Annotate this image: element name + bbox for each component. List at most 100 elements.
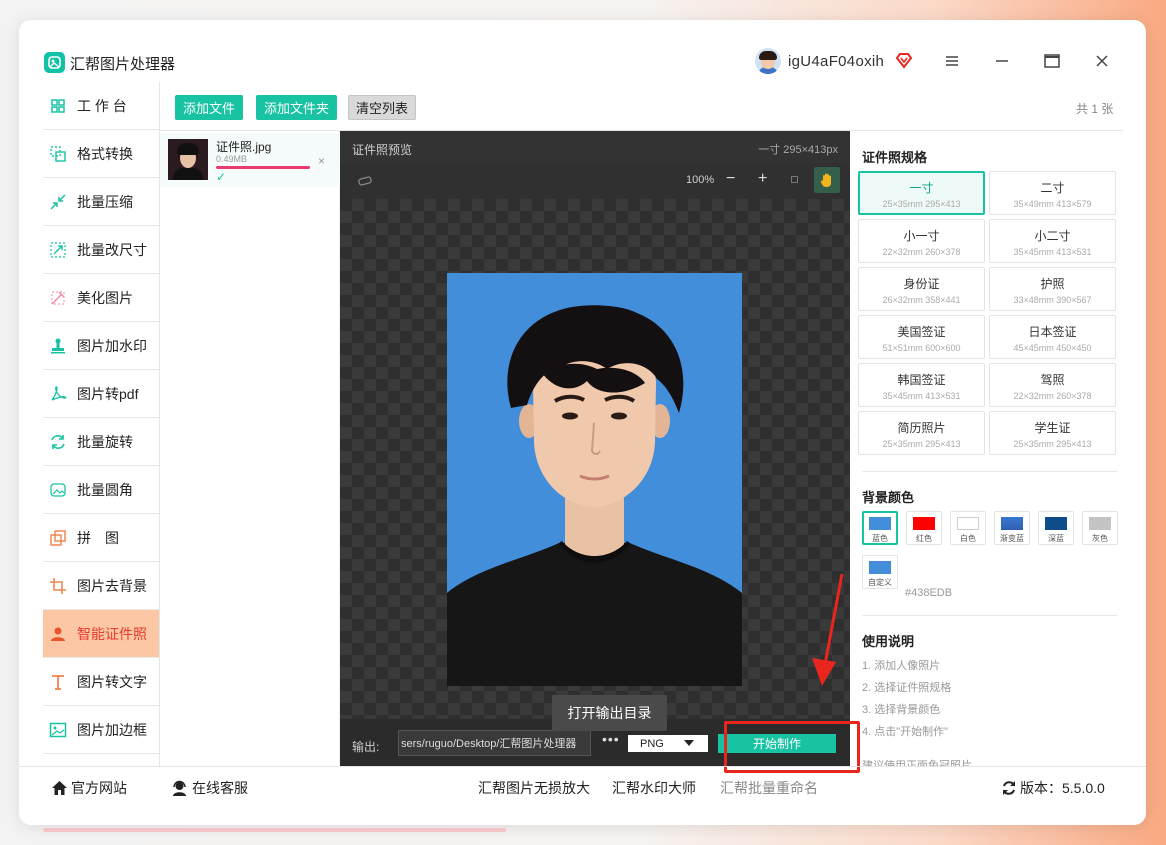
zoom-out-icon[interactable]: − bbox=[726, 170, 735, 188]
menu-icon[interactable] bbox=[941, 50, 963, 72]
sidebar-item-id-photo[interactable]: 智能证件照 bbox=[43, 610, 159, 658]
sidebar-item-label: 图片转文字 bbox=[77, 673, 147, 690]
color-swatch-gradient-blue[interactable]: 渐变蓝 bbox=[994, 511, 1030, 545]
beautify-icon bbox=[47, 287, 69, 309]
hand-tool-icon[interactable] bbox=[814, 167, 840, 193]
sidebar-item-round-corner[interactable]: 批量圆角 bbox=[43, 466, 159, 514]
add-file-button[interactable]: 添加文件 bbox=[175, 95, 244, 120]
open-output-dir-button[interactable]: 打开输出目录 bbox=[552, 695, 667, 731]
grid-icon bbox=[47, 95, 69, 117]
user-avatar[interactable] bbox=[755, 48, 781, 74]
sidebar-item-label: 批量改尺寸 bbox=[77, 241, 147, 258]
close-icon[interactable] bbox=[1091, 50, 1113, 72]
official-website-link[interactable]: 官方网站 bbox=[51, 778, 127, 798]
file-thumbnail bbox=[168, 139, 208, 180]
spec-option[interactable]: 一寸 25×35mm 295×413 bbox=[858, 171, 985, 215]
username[interactable]: igU4aF04oxih bbox=[788, 53, 884, 70]
horizontal-scrollbar[interactable] bbox=[43, 828, 506, 832]
sidebar-item-label: 图片去背景 bbox=[77, 577, 147, 594]
file-size: 0.49MB bbox=[216, 154, 248, 164]
vip-diamond-icon[interactable] bbox=[895, 51, 913, 69]
sidebar-item-compress[interactable]: 批量压缩 bbox=[43, 178, 159, 226]
sidebar-item-resize[interactable]: 批量改尺寸 bbox=[43, 226, 159, 274]
sidebar-item-puzzle[interactable]: 拼 图 bbox=[43, 514, 159, 562]
text-icon bbox=[47, 671, 69, 693]
add-folder-button[interactable]: 添加文件夹 bbox=[256, 95, 338, 120]
preview-panel: 证件照预览 一寸 295×413px 100% − + 输出: sers/rug… bbox=[340, 131, 850, 767]
color-swatch-gray[interactable]: 灰色 bbox=[1082, 511, 1118, 545]
color-swatch-blue[interactable]: 蓝色 bbox=[862, 511, 898, 545]
online-support-link[interactable]: 在线客服 bbox=[171, 778, 248, 798]
format-value: PNG bbox=[640, 737, 664, 750]
spec-option[interactable]: 身份证 26×32mm 358×441 bbox=[858, 267, 985, 311]
color-swatch-dark-blue[interactable]: 深蓝 bbox=[1038, 511, 1074, 545]
sidebar-item-to-pdf[interactable]: 图片转pdf bbox=[43, 370, 159, 418]
sidebar-item-label: 批量圆角 bbox=[77, 481, 133, 498]
format-select[interactable]: PNG bbox=[628, 735, 708, 752]
support-agent-icon bbox=[173, 780, 186, 796]
minimize-icon[interactable] bbox=[991, 50, 1013, 72]
usage-step: 3. 选择背景颜色 bbox=[862, 704, 941, 716]
zoom-in-icon[interactable]: + bbox=[758, 170, 767, 188]
spec-option[interactable]: 美国签证 51×51mm 600×600 bbox=[858, 315, 985, 359]
sidebar-item-label: 图片加边框 bbox=[77, 721, 147, 738]
background-title: 背景颜色 bbox=[862, 490, 915, 505]
compress-icon bbox=[47, 191, 69, 213]
maximize-icon[interactable] bbox=[1041, 50, 1063, 72]
spec-option[interactable]: 驾照 22×32mm 260×378 bbox=[989, 363, 1116, 407]
remove-bg-icon bbox=[47, 575, 69, 597]
sidebar-item-watermark[interactable]: 图片加水印 bbox=[43, 322, 159, 370]
preview-toolbar: 100% − + bbox=[340, 163, 850, 199]
home-icon bbox=[52, 781, 67, 795]
spec-option[interactable]: 小一寸 22×32mm 260×378 bbox=[858, 219, 985, 263]
spec-option[interactable]: 简历照片 25×35mm 295×413 bbox=[858, 411, 985, 455]
spec-option[interactable]: 日本签证 45×45mm 450×450 bbox=[989, 315, 1116, 359]
title-bar: 汇帮图片处理器 igU4aF04oxih bbox=[19, 20, 1146, 82]
puzzle-icon bbox=[47, 527, 69, 549]
sidebar-item-workbench[interactable]: 工 作 台 bbox=[43, 82, 159, 130]
sidebar-item-label: 智能证件照 bbox=[77, 625, 147, 642]
eraser-icon[interactable] bbox=[358, 175, 372, 190]
output-path-field[interactable]: sers/ruguo/Desktop/汇帮图片处理器 bbox=[398, 730, 591, 756]
list-item[interactable]: 证件照.jpg 0.49MB ✓ × bbox=[160, 133, 340, 187]
file-count: 共 1 张 bbox=[1076, 102, 1114, 116]
color-hex-value: #438EDB bbox=[905, 587, 953, 599]
color-swatch-custom[interactable]: 自定义 bbox=[862, 555, 898, 589]
product-link-rename[interactable]: 汇帮批量重命名 bbox=[720, 778, 818, 798]
app-logo-icon bbox=[44, 52, 65, 73]
sidebar-item-label: 批量压缩 bbox=[77, 193, 133, 210]
sidebar-item-label: 图片加水印 bbox=[77, 337, 147, 354]
file-name: 证件照.jpg bbox=[216, 140, 272, 154]
spec-option[interactable]: 护照 33×48mm 390×567 bbox=[989, 267, 1116, 311]
color-swatch-red[interactable]: 红色 bbox=[906, 511, 942, 545]
sidebar-item-format-convert[interactable]: 格式转换 bbox=[43, 130, 159, 178]
clear-list-button[interactable]: 清空列表 bbox=[348, 95, 417, 120]
remove-file-icon[interactable]: × bbox=[318, 154, 325, 168]
pdf-icon bbox=[47, 383, 69, 405]
convert-icon bbox=[47, 143, 69, 165]
browse-more-icon[interactable]: ••• bbox=[602, 731, 620, 747]
spec-option[interactable]: 小二寸 35×45mm 413×531 bbox=[989, 219, 1116, 263]
sidebar-item-to-text[interactable]: 图片转文字 bbox=[43, 658, 159, 706]
annotation-arrow-icon bbox=[812, 573, 844, 686]
file-list-panel: 证件照.jpg 0.49MB ✓ × bbox=[160, 131, 340, 766]
product-link-watermark[interactable]: 汇帮水印大师 bbox=[612, 778, 696, 798]
spec-option[interactable]: 二寸 35×49mm 413×579 bbox=[989, 171, 1116, 215]
usage-step: 4. 点击"开始制作" bbox=[862, 726, 949, 738]
spec-option[interactable]: 学生证 25×35mm 295×413 bbox=[989, 411, 1116, 455]
usage-title: 使用说明 bbox=[862, 634, 915, 649]
sidebar-item-rotate[interactable]: 批量旋转 bbox=[43, 418, 159, 466]
preview-canvas[interactable] bbox=[340, 199, 850, 719]
app-window: 汇帮图片处理器 igU4aF04oxih 工 作 台 格式转换 批量压缩 批量改… bbox=[19, 20, 1146, 825]
fit-icon[interactable] bbox=[791, 176, 798, 183]
rotate-icon bbox=[47, 431, 69, 453]
sidebar-item-remove-bg[interactable]: 图片去背景 bbox=[43, 562, 159, 610]
sidebar-item-beautify[interactable]: 美化图片 bbox=[43, 274, 159, 322]
file-progress-bar bbox=[216, 166, 310, 169]
sidebar-item-frame[interactable]: 图片加边框 bbox=[43, 706, 159, 754]
color-swatch-white[interactable]: 白色 bbox=[950, 511, 986, 545]
output-label: 输出: bbox=[352, 740, 380, 754]
product-link-upscale[interactable]: 汇帮图片无损放大 bbox=[478, 778, 590, 798]
sidebar-item-label: 拼 图 bbox=[77, 529, 119, 546]
spec-option[interactable]: 韩国签证 35×45mm 413×531 bbox=[858, 363, 985, 407]
